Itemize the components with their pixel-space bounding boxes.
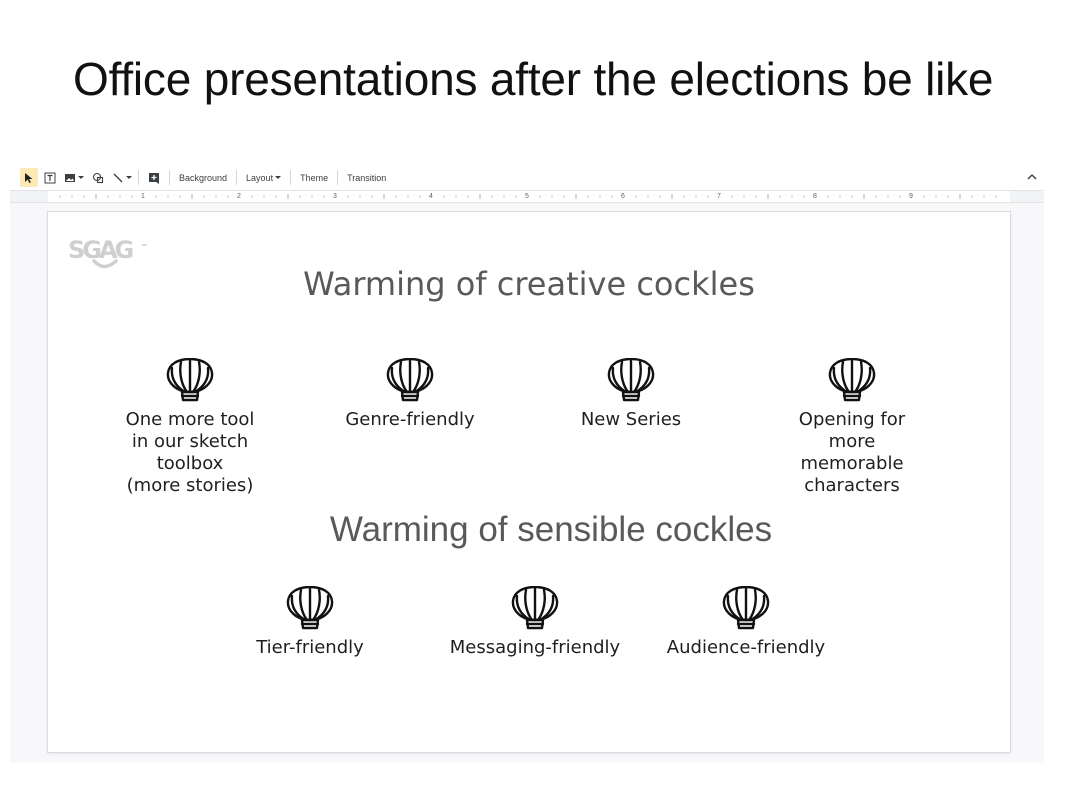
item-label: Messaging-friendly bbox=[449, 637, 621, 658]
layout-button[interactable]: Layout bbox=[243, 168, 284, 187]
ruler-number: 1 bbox=[141, 193, 145, 200]
toolbar-divider bbox=[290, 170, 292, 185]
toolbar-divider bbox=[337, 170, 339, 185]
seashell-icon bbox=[165, 358, 215, 402]
item-label: One more tool in our sketch toolbox (mor… bbox=[125, 409, 255, 496]
sensible-item: Tier-friendly bbox=[210, 586, 410, 659]
meme-caption: Office presentations after the elections… bbox=[73, 53, 994, 105]
cursor-icon[interactable] bbox=[20, 168, 38, 187]
item-label: Genre-friendly bbox=[345, 409, 475, 430]
seashell-icon bbox=[721, 586, 771, 630]
creative-item: One more tool in our sketch toolbox (mor… bbox=[90, 358, 290, 497]
slides-editor: Background Layout Theme Transition 1 2 3 4 5… bbox=[10, 165, 1044, 763]
item-label: Audience-friendly bbox=[666, 637, 826, 658]
item-label: Opening for more memorable characters bbox=[798, 409, 906, 496]
background-button[interactable]: Background bbox=[176, 168, 230, 187]
ruler-number: 5 bbox=[525, 193, 529, 200]
chevron-up-icon[interactable] bbox=[1024, 169, 1040, 185]
image-icon[interactable] bbox=[62, 168, 78, 187]
svg-text:SGAG: SGAG bbox=[68, 236, 133, 264]
section-title-creative: Warming of creative cockles bbox=[303, 265, 755, 303]
ruler-number: 3 bbox=[333, 193, 337, 200]
chevron-down-icon[interactable] bbox=[126, 168, 132, 187]
ruler-number: 9 bbox=[909, 193, 913, 200]
theme-button[interactable]: Theme bbox=[297, 168, 331, 187]
chevron-down-icon[interactable] bbox=[78, 168, 84, 187]
ruler-number: 6 bbox=[621, 193, 625, 200]
add-comment-icon[interactable] bbox=[145, 168, 163, 187]
sensible-item: Messaging-friendly bbox=[425, 586, 645, 659]
shape-icon[interactable] bbox=[89, 168, 107, 187]
ruler-number: 7 bbox=[717, 193, 721, 200]
ruler-number: 4 bbox=[429, 193, 433, 200]
creative-item: Opening for more memorable characters bbox=[752, 358, 952, 497]
seashell-icon bbox=[285, 586, 335, 630]
horizontal-ruler[interactable]: 1 2 3 4 5 6 7 8 9 bbox=[10, 190, 1044, 203]
seashell-icon bbox=[510, 586, 560, 630]
text-box-icon[interactable] bbox=[41, 168, 59, 187]
ruler-number: 2 bbox=[237, 193, 241, 200]
section-title-sensible: Warming of sensible cockles bbox=[329, 510, 773, 549]
item-label: New Series bbox=[580, 409, 682, 430]
ruler-number: 8 bbox=[813, 193, 817, 200]
transition-button[interactable]: Transition bbox=[344, 168, 389, 187]
line-icon[interactable] bbox=[110, 168, 126, 187]
item-label: Tier-friendly bbox=[256, 637, 364, 658]
layout-label: Layout bbox=[246, 172, 274, 183]
toolbar-divider bbox=[138, 170, 139, 185]
seashell-icon bbox=[385, 358, 435, 402]
slide-canvas[interactable]: SGAG Warming of creative cockles One mor… bbox=[48, 212, 1010, 752]
seashell-icon bbox=[827, 358, 877, 402]
creative-item: New Series bbox=[531, 358, 731, 431]
toolbar: Background Layout Theme Transition bbox=[10, 165, 1044, 190]
chevron-down-icon bbox=[275, 175, 282, 179]
toolbar-divider bbox=[169, 170, 170, 185]
toolbar-divider bbox=[236, 170, 238, 185]
seashell-icon bbox=[606, 358, 656, 402]
creative-item: Genre-friendly bbox=[310, 358, 510, 431]
sensible-item: Audience-friendly bbox=[646, 586, 846, 659]
